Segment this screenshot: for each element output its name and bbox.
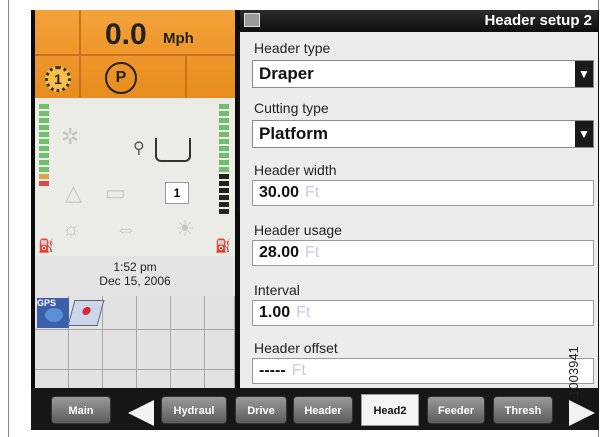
speed-value: 0.0 <box>105 18 147 51</box>
combine-icon <box>244 13 260 27</box>
header-width-field[interactable]: 30.00 Ft <box>252 180 594 206</box>
unload-count: 1 <box>173 186 181 200</box>
interval-field[interactable]: 1.00 Ft <box>252 300 594 326</box>
grid-cell <box>103 330 137 370</box>
display-screen: 0.0 Mph 1 P ✲ ⚲ △ ▭ 1 ☼ ⇔ ☀ ⛽ ⛽ 1:52 pm … <box>31 10 599 430</box>
triangle-icon: △ <box>65 180 82 205</box>
tab-main[interactable]: Main <box>51 396 111 424</box>
header-offset-number: ----- <box>259 362 286 379</box>
header-width-label: Header width <box>254 162 337 178</box>
grid-cell <box>205 296 235 330</box>
panel-titlebar: Header setup 2 <box>240 10 598 32</box>
photo-frame: 0.0 Mph 1 P ✲ ⚲ △ ▭ 1 ☼ ⇔ ☀ ⛽ ⛽ 1:52 pm … <box>8 0 599 437</box>
gear-number: 1 <box>54 71 62 87</box>
book-mark <box>81 307 92 315</box>
header-usage-value: 28.00 Ft <box>259 244 319 262</box>
grid-cell <box>103 296 137 330</box>
grid-cell <box>171 330 205 370</box>
grid-cell <box>137 296 171 330</box>
header-offset-field[interactable]: ----- Ft <box>252 358 594 384</box>
tab-hydraul[interactable]: Hydraul <box>161 396 227 424</box>
interval-label: Interval <box>254 282 300 298</box>
right-level-gauge <box>219 104 229 216</box>
unload-count-badge: 1 <box>165 182 189 204</box>
arrow-left-icon[interactable] <box>128 400 154 426</box>
header-type-label: Header type <box>254 40 331 56</box>
fan-icon: ✲ <box>61 124 80 149</box>
arrows-icon: ⇔ <box>115 216 137 241</box>
grid-cell <box>69 330 103 370</box>
lamp-icon: ▭ <box>105 180 126 205</box>
chevron-down-icon[interactable]: ▼ <box>575 121 593 147</box>
park-letter: P <box>115 69 127 86</box>
fuel-icon: ⛽ <box>38 238 55 253</box>
datetime-box: 1:52 pm Dec 15, 2006 <box>35 256 235 296</box>
tab-feeder[interactable]: Feeder <box>427 396 485 424</box>
key-icon: ⚲ <box>133 140 145 157</box>
tab-thresh[interactable]: Thresh <box>493 396 553 424</box>
header-usage-label: Header usage <box>254 222 342 238</box>
header-usage-number: 28.00 <box>259 244 300 261</box>
left-status-panel: 0.0 Mph 1 P ✲ ⚲ △ ▭ 1 ☼ ⇔ ☀ ⛽ ⛽ 1:52 pm … <box>35 10 235 410</box>
gps-icon[interactable]: GPS <box>37 298 69 328</box>
header-usage-field[interactable]: 28.00 Ft <box>252 240 594 266</box>
grid-cell <box>171 296 205 330</box>
header-width-unit: Ft <box>305 184 320 201</box>
panel-title: Header setup 2 <box>484 12 592 29</box>
left-level-gauge <box>39 104 49 188</box>
cutting-type-label: Cutting type <box>254 100 329 116</box>
chevron-down-icon[interactable]: ▼ <box>575 61 593 87</box>
reel-icon: ☼ <box>61 216 82 241</box>
clock-date: Dec 15, 2006 <box>99 274 171 288</box>
cutting-type-value: Platform <box>259 124 328 143</box>
speed-unit: Mph <box>163 30 194 47</box>
speed-box: 0.0 Mph 1 P <box>35 10 235 98</box>
gear-indicator-icon: 1 <box>45 66 71 92</box>
gps-label: GPS <box>37 298 57 308</box>
bottom-tab-bar: Main Hydraul Drive Header Head2 Feeder T… <box>31 388 599 430</box>
header-type-select[interactable]: Draper ▼ <box>252 60 594 88</box>
header-width-number: 30.00 <box>259 184 300 201</box>
tab-head2[interactable]: Head2 <box>361 394 419 426</box>
unload-auger-icon <box>155 138 191 162</box>
interval-unit: Ft <box>296 304 311 321</box>
interval-number: 1.00 <box>259 304 291 321</box>
header-usage-unit: Ft <box>305 244 320 261</box>
lights-icon: ☀ <box>175 216 195 241</box>
grid-cell <box>205 330 235 370</box>
machine-status-box: ✲ ⚲ △ ▭ 1 ☼ ⇔ ☀ ⛽ ⛽ <box>35 98 235 256</box>
tab-header[interactable]: Header <box>293 396 353 424</box>
gps-dish <box>45 308 63 322</box>
interval-value: 1.00 Ft <box>259 304 310 322</box>
grid-cell <box>137 330 171 370</box>
header-width-value: 30.00 Ft <box>259 184 319 202</box>
grid-cell <box>35 330 69 370</box>
document-id-text: 1003941 <box>565 346 581 397</box>
document-id: 1003941 <box>566 328 600 418</box>
header-type-value: Draper <box>259 64 314 83</box>
tab-drive[interactable]: Drive <box>235 396 287 424</box>
park-brake-icon: P <box>105 62 137 94</box>
grain-tank-icon: ⛽ <box>215 238 232 253</box>
cutting-type-select[interactable]: Platform ▼ <box>252 120 594 148</box>
clock-time: 1:52 pm <box>113 260 157 274</box>
header-setup-panel: Header setup 2 Header type Draper ▼ Cutt… <box>240 10 598 388</box>
header-offset-value: ----- Ft <box>259 362 306 380</box>
header-offset-label: Header offset <box>254 340 338 356</box>
header-offset-unit: Ft <box>291 362 306 379</box>
